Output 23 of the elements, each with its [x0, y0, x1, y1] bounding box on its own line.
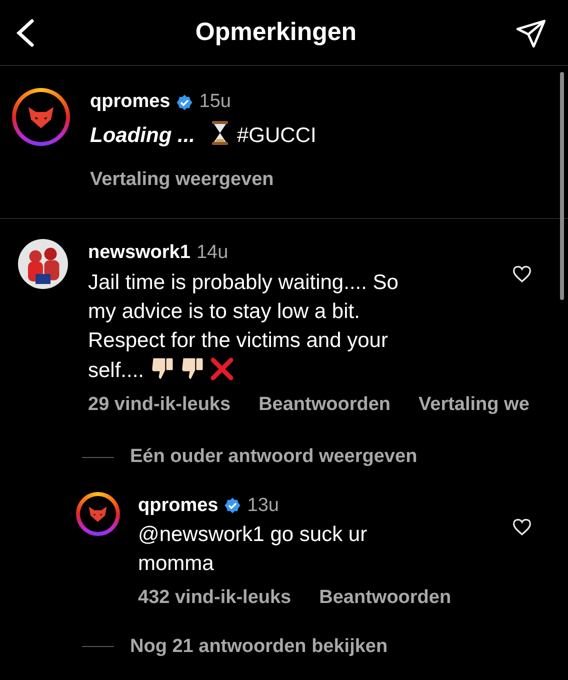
username[interactable]: newswork1 [88, 239, 190, 268]
comment-text: self.... [88, 358, 144, 384]
replies-toggle-link[interactable]: Eén ouder antwoord weergeven [130, 443, 418, 472]
translate-link[interactable]: Vertaling weergeven [90, 166, 322, 194]
caption-emphasis: Loading ... [90, 124, 195, 146]
likes-count: 432 vind-ik-leuks [138, 586, 292, 610]
heart-icon[interactable] [512, 518, 532, 536]
timestamp: 14u [196, 241, 228, 265]
username[interactable]: qpromes [90, 88, 170, 116]
timestamp: 13u [247, 494, 279, 518]
replies-toggle-link[interactable]: Nog 21 antwoorden bekijken [130, 632, 388, 661]
cross-icon [210, 356, 234, 380]
likes-count: 29 vind-ik-leuks [88, 392, 231, 416]
heart-icon[interactable] [512, 265, 532, 283]
action-link[interactable]: Beantwoorden [319, 584, 452, 612]
hourglass-icon [211, 120, 229, 144]
comment-text: @newswork1 go suck ur momma [138, 522, 368, 577]
username[interactable]: qpromes [138, 492, 218, 520]
timestamp: 15u [199, 90, 231, 114]
action-link[interactable]: Beantwoorden [258, 390, 391, 419]
comment-text: #GUCCI [237, 122, 316, 148]
page-title: Opmerkingen [195, 16, 357, 48]
action-link[interactable]: Vertaling we [418, 390, 530, 419]
